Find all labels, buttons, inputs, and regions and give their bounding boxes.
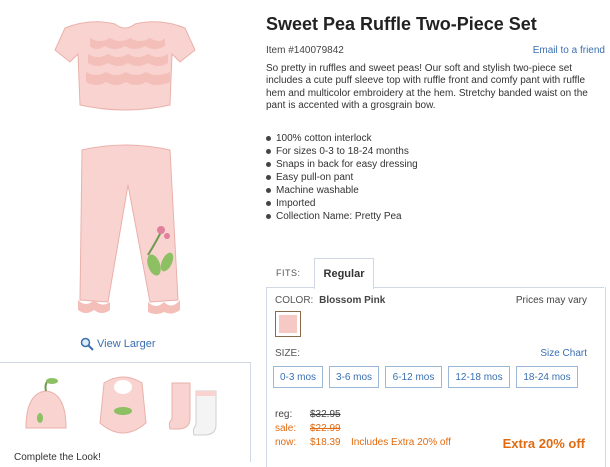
feature-item: Machine washable [266,184,418,197]
size-option[interactable]: 18-24 mos [516,366,578,388]
size-option[interactable]: 12-18 mos [448,366,510,388]
hat-thumbnail[interactable] [20,373,72,443]
feature-item: For sizes 0-3 to 18-24 months [266,145,418,158]
size-chart-link[interactable]: Size Chart [540,348,587,359]
product-description: So pretty in ruffles and sweet peas! Our… [266,63,588,111]
feature-item: Easy pull-on pant [266,171,418,184]
view-larger-link[interactable]: View Larger [80,337,156,351]
size-label: SIZE: [275,348,301,359]
magnifier-icon [80,337,94,351]
now-price: $18.39 [310,437,341,448]
email-to-friend-link[interactable]: Email to a friend [533,45,605,56]
reg-price-label: reg: [275,409,293,420]
color-row: COLOR: Blossom Pink [275,295,385,306]
prices-vary-note: Prices may vary [515,295,587,306]
color-swatch-blossom-pink[interactable] [275,311,301,337]
now-price-note: Includes Extra 20% off [351,437,451,448]
size-option[interactable]: 3-6 mos [329,366,379,388]
product-title: Sweet Pea Ruffle Two-Piece Set [266,14,537,34]
swatch-fill [279,315,297,333]
size-options: 0-3 mos 3-6 mos 6-12 mos 12-18 mos 18-24… [273,366,578,388]
feature-item: Imported [266,197,418,210]
feature-list: 100% cotton interlock For sizes 0-3 to 1… [266,132,418,223]
size-option[interactable]: 6-12 mos [385,366,442,388]
bib-thumbnail[interactable] [96,373,150,443]
feature-item: 100% cotton interlock [266,132,418,145]
bullet-icon [266,136,271,141]
socks-thumbnail[interactable] [166,373,226,443]
options-panel: COLOR: Blossom Pink Prices may vary SIZE… [266,287,606,467]
now-price-label: now: [275,437,297,448]
product-photo[interactable] [20,10,230,335]
sale-price: $22.99 [310,423,341,434]
color-label: COLOR: [275,295,314,306]
bullet-icon [266,149,271,154]
feature-item: Snaps in back for easy dressing [266,158,418,171]
item-number: Item #140079842 [266,45,344,56]
view-larger-label: View Larger [97,338,156,350]
bullet-icon [266,188,271,193]
fits-label: FITS: [276,268,301,278]
complete-the-look-label: Complete the Look! [14,452,101,463]
sale-price-label: sale: [275,423,297,434]
complete-the-look-panel: Complete the Look! [0,362,251,463]
bullet-icon [266,201,271,206]
extra-off-badge: Extra 20% off [502,436,585,451]
tab-regular[interactable]: Regular [314,258,374,289]
reg-price: $32.95 [310,409,341,420]
size-option[interactable]: 0-3 mos [273,366,323,388]
product-image-area: View Larger [0,0,250,360]
bullet-icon [266,175,271,180]
feature-item: Collection Name: Pretty Pea [266,210,418,223]
bullet-icon [266,214,271,219]
selected-color-name: Blossom Pink [319,295,386,306]
bullet-icon [266,162,271,167]
fits-tab-bar: FITS: Regular [266,258,604,289]
